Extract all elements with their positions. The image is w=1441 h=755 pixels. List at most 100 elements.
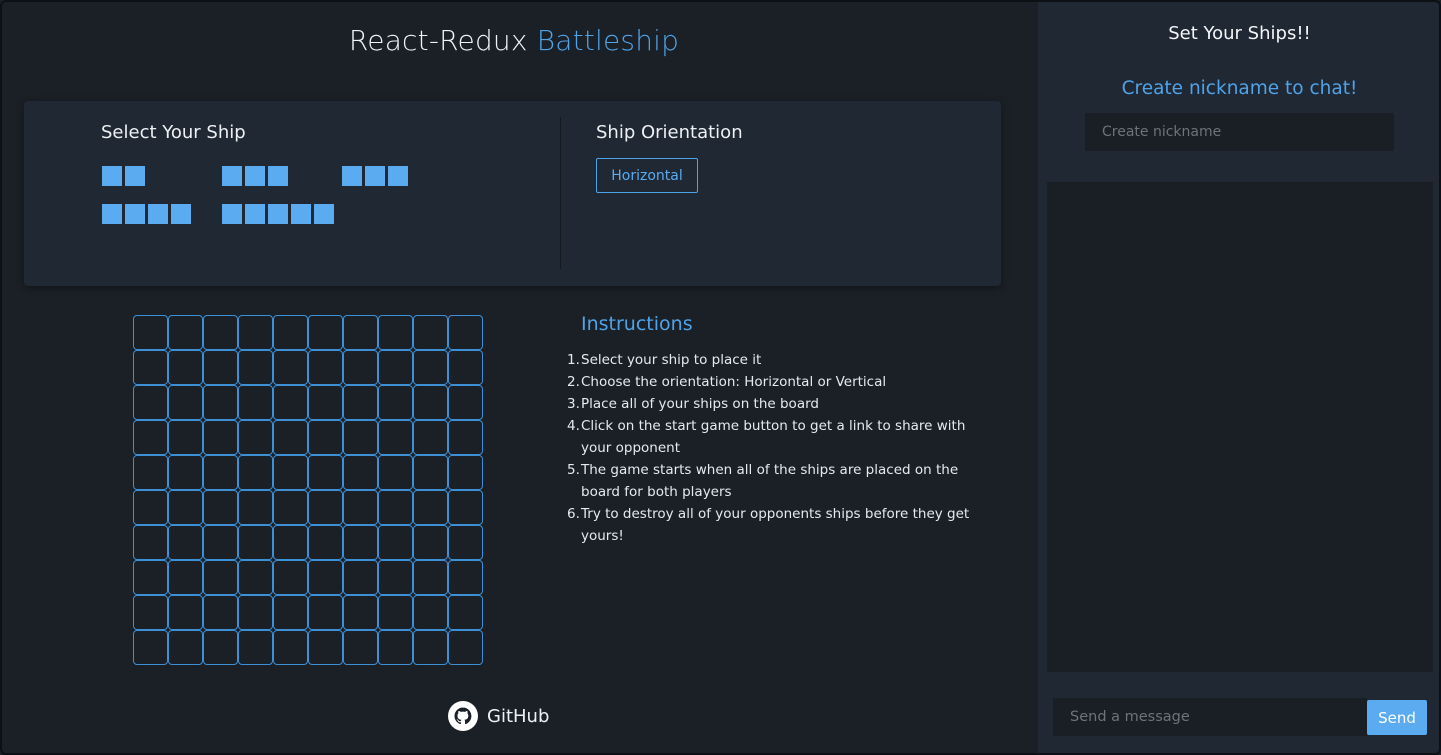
board-cell[interactable]	[273, 630, 308, 665]
board-cell[interactable]	[413, 595, 448, 630]
board-cell[interactable]	[168, 525, 203, 560]
board-cell[interactable]	[273, 490, 308, 525]
board-cell[interactable]	[308, 630, 343, 665]
board-cell[interactable]	[308, 560, 343, 595]
board-cell[interactable]	[448, 385, 483, 420]
board-cell[interactable]	[448, 490, 483, 525]
board-cell[interactable]	[203, 525, 238, 560]
board-cell[interactable]	[308, 385, 343, 420]
board-cell[interactable]	[238, 630, 273, 665]
board-cell[interactable]	[378, 385, 413, 420]
board-cell[interactable]	[133, 420, 168, 455]
board-cell[interactable]	[448, 455, 483, 490]
board-cell[interactable]	[343, 455, 378, 490]
board-cell[interactable]	[168, 315, 203, 350]
chat-messages-area[interactable]	[1047, 182, 1433, 672]
board-cell[interactable]	[378, 455, 413, 490]
board-cell[interactable]	[203, 385, 238, 420]
board-cell[interactable]	[413, 525, 448, 560]
board-cell[interactable]	[203, 490, 238, 525]
ship-3b[interactable]	[342, 166, 408, 186]
ship-5[interactable]	[222, 204, 334, 224]
board-cell[interactable]	[343, 490, 378, 525]
board-cell[interactable]	[133, 350, 168, 385]
board-cell[interactable]	[448, 420, 483, 455]
message-input[interactable]	[1053, 698, 1367, 736]
board-cell[interactable]	[343, 595, 378, 630]
board-cell[interactable]	[308, 350, 343, 385]
board-cell[interactable]	[308, 595, 343, 630]
board-cell[interactable]	[343, 315, 378, 350]
board-cell[interactable]	[343, 350, 378, 385]
board-cell[interactable]	[203, 350, 238, 385]
board-cell[interactable]	[308, 315, 343, 350]
board-cell[interactable]	[168, 455, 203, 490]
board-cell[interactable]	[168, 560, 203, 595]
send-button[interactable]: Send	[1367, 700, 1427, 735]
board-cell[interactable]	[448, 560, 483, 595]
board-cell[interactable]	[133, 560, 168, 595]
board-cell[interactable]	[168, 595, 203, 630]
board-cell[interactable]	[378, 525, 413, 560]
board-cell[interactable]	[133, 490, 168, 525]
board-cell[interactable]	[448, 350, 483, 385]
board-cell[interactable]	[413, 350, 448, 385]
board-cell[interactable]	[133, 595, 168, 630]
ship-4[interactable]	[102, 204, 191, 224]
board-cell[interactable]	[273, 455, 308, 490]
board-cell[interactable]	[238, 490, 273, 525]
board-cell[interactable]	[413, 385, 448, 420]
board-cell[interactable]	[343, 525, 378, 560]
board-cell[interactable]	[133, 525, 168, 560]
board-cell[interactable]	[413, 630, 448, 665]
board-cell[interactable]	[378, 420, 413, 455]
board-cell[interactable]	[448, 630, 483, 665]
board-cell[interactable]	[238, 420, 273, 455]
board-cell[interactable]	[133, 455, 168, 490]
board-cell[interactable]	[168, 630, 203, 665]
orientation-toggle-button[interactable]: Horizontal	[596, 158, 698, 193]
board-cell[interactable]	[238, 350, 273, 385]
board-cell[interactable]	[413, 420, 448, 455]
github-link[interactable]: GitHub	[448, 701, 549, 731]
board-cell[interactable]	[448, 525, 483, 560]
board-cell[interactable]	[378, 560, 413, 595]
board-cell[interactable]	[413, 455, 448, 490]
board-cell[interactable]	[133, 385, 168, 420]
board-cell[interactable]	[273, 420, 308, 455]
board-cell[interactable]	[308, 490, 343, 525]
board-cell[interactable]	[413, 560, 448, 595]
board-cell[interactable]	[203, 630, 238, 665]
board-cell[interactable]	[448, 595, 483, 630]
board-cell[interactable]	[378, 630, 413, 665]
board-cell[interactable]	[168, 420, 203, 455]
board-cell[interactable]	[448, 315, 483, 350]
board-cell[interactable]	[203, 315, 238, 350]
board-cell[interactable]	[273, 315, 308, 350]
board-cell[interactable]	[343, 420, 378, 455]
board-cell[interactable]	[308, 525, 343, 560]
board-cell[interactable]	[343, 385, 378, 420]
board-cell[interactable]	[308, 455, 343, 490]
board-cell[interactable]	[378, 595, 413, 630]
board-cell[interactable]	[133, 630, 168, 665]
board-cell[interactable]	[273, 525, 308, 560]
board-cell[interactable]	[343, 560, 378, 595]
board-cell[interactable]	[203, 455, 238, 490]
board-cell[interactable]	[273, 385, 308, 420]
nickname-input[interactable]	[1085, 113, 1394, 151]
board-cell[interactable]	[343, 630, 378, 665]
board-cell[interactable]	[378, 315, 413, 350]
board-cell[interactable]	[413, 490, 448, 525]
board-cell[interactable]	[378, 490, 413, 525]
board-cell[interactable]	[413, 315, 448, 350]
board-cell[interactable]	[133, 315, 168, 350]
board-cell[interactable]	[238, 455, 273, 490]
ship-3a[interactable]	[222, 166, 288, 186]
board-cell[interactable]	[308, 420, 343, 455]
board-cell[interactable]	[238, 525, 273, 560]
board-cell[interactable]	[203, 595, 238, 630]
ship-2[interactable]	[102, 166, 145, 186]
board-cell[interactable]	[238, 560, 273, 595]
board-cell[interactable]	[203, 420, 238, 455]
